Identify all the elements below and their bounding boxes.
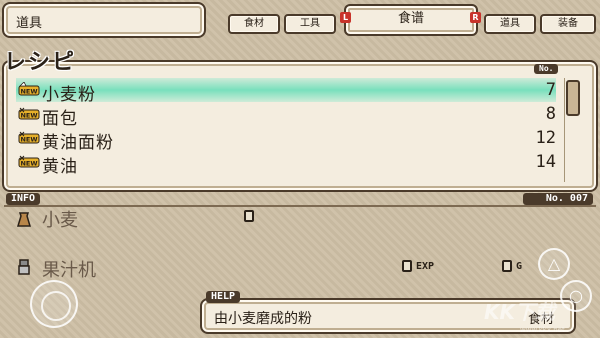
svg-text:NEW: NEW: [20, 136, 37, 144]
virtual-joystick[interactable]: [30, 280, 78, 328]
gold-icon: [502, 260, 512, 272]
tab-ingredients[interactable]: 食材: [228, 14, 280, 34]
shoulder-l-button[interactable]: L: [340, 12, 351, 23]
recipe-number: 12: [535, 128, 556, 148]
sack-icon: [16, 212, 32, 227]
svg-text:NEW: NEW: [20, 112, 37, 120]
new-badge-icon: NEW: [18, 82, 40, 96]
recipe-name: 黄油: [42, 157, 78, 177]
recipe-number: 7: [545, 80, 556, 100]
new-badge-icon: NEW: [18, 155, 40, 168]
shoulder-r-button[interactable]: R: [470, 12, 481, 23]
page-title: 道具: [16, 16, 43, 31]
exp-label: EXP: [416, 261, 435, 272]
ingredient-name: 小麦: [42, 210, 78, 231]
scrollbar-thumb[interactable]: [566, 80, 580, 116]
exp-icon: [402, 260, 412, 272]
ingredient-name: 果汁机: [42, 260, 96, 281]
tab-tools[interactable]: 工具: [284, 14, 336, 34]
tool-icon: [18, 259, 30, 275]
help-label: HELP: [206, 291, 241, 303]
recipe-row[interactable]: NEW 面包 8: [16, 102, 556, 129]
info-label: INFO: [6, 193, 41, 205]
watermark-url: www.kkx.net: [520, 326, 565, 334]
title-box: 道具: [2, 2, 206, 38]
recipe-list-heading: レシピ: [4, 50, 77, 75]
number-column-header: No.: [534, 64, 559, 74]
svg-text:NEW: NEW: [20, 88, 37, 96]
triangle-button[interactable]: △: [538, 248, 570, 280]
recipe-code: No. 007: [523, 193, 593, 205]
help-text: 由小麦磨成的粉: [214, 311, 312, 327]
circle-button[interactable]: ○: [560, 280, 592, 312]
info-divider: [4, 205, 596, 207]
watermark-logo: KK下载: [484, 300, 555, 324]
svg-text:NEW: NEW: [20, 160, 37, 168]
new-badge-icon: NEW: [18, 131, 40, 144]
tab-items[interactable]: 道具: [484, 14, 536, 34]
recipe-row[interactable]: NEW 小麦粉 7: [16, 78, 556, 105]
tab-recipes[interactable]: 食谱: [344, 4, 478, 36]
recipe-number: 14: [535, 152, 556, 172]
recipe-row[interactable]: NEW 黄油面粉 12: [16, 126, 556, 153]
tab-equipment[interactable]: 装备: [540, 14, 596, 34]
cup-icon: [244, 210, 254, 222]
recipe-number: 8: [545, 104, 556, 124]
recipe-row[interactable]: NEW 黄油 14: [16, 150, 556, 177]
gold-label: G: [516, 261, 523, 272]
new-badge-icon: NEW: [18, 107, 40, 120]
